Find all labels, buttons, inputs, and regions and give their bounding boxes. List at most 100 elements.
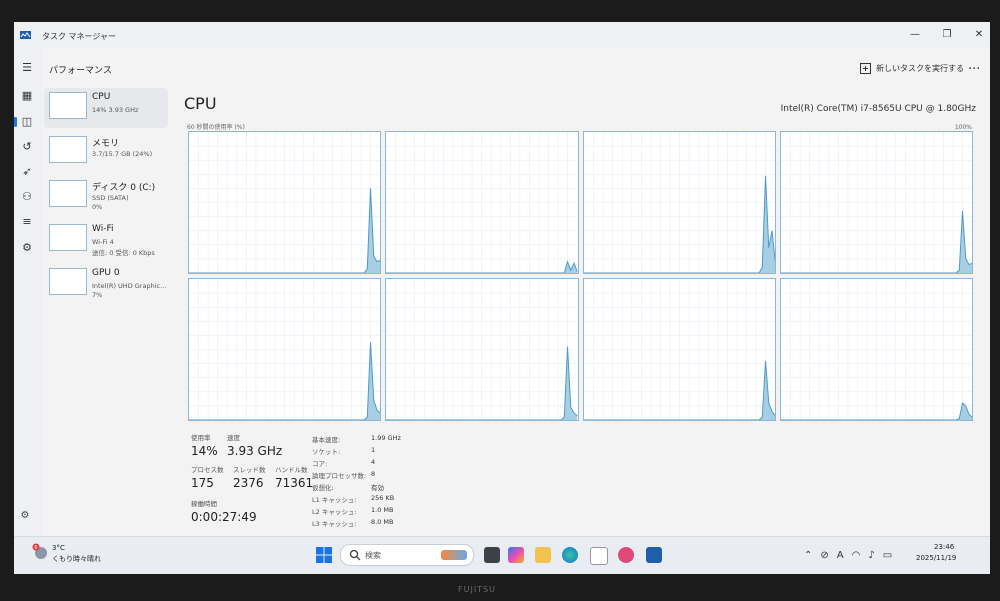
search-icon	[349, 549, 361, 561]
battery-icon[interactable]: ▭	[883, 550, 892, 561]
wifi-icon[interactable]: ◠	[852, 550, 861, 561]
close-button[interactable]: ✕	[964, 26, 990, 44]
processes-label: プロセス数	[191, 466, 224, 474]
calendar-icon[interactable]	[590, 547, 608, 565]
resource-thumbnail	[49, 180, 87, 207]
detail-value: 256 KB	[371, 494, 395, 502]
core-usage-svg	[386, 132, 578, 273]
ime-indicator[interactable]: A	[837, 550, 844, 561]
maximize-button[interactable]: ❐	[932, 26, 962, 44]
resource-name: GPU 0	[92, 268, 120, 278]
resource-detail: 3.7/15.7 GB (24%)	[92, 150, 153, 158]
uptime-label: 稼働時間	[191, 500, 217, 508]
device-brand-logo: FUJITSU	[458, 585, 496, 594]
system-tray: ⌃ ⊘ A ◠ ♪ ▭	[804, 547, 892, 563]
detail-key: L1 キャッシュ:	[312, 496, 357, 504]
notification-muted-icon[interactable]: ⊘	[820, 550, 828, 561]
detail-key: コア:	[312, 460, 328, 468]
resource-memory[interactable]: メモリ 3.7/15.7 GB (24%)	[44, 132, 168, 172]
chart-max-label: 100%	[954, 124, 972, 131]
file-explorer-icon[interactable]	[535, 547, 551, 563]
resource-detail-2: 7%	[92, 291, 103, 299]
resource-detail: SSD (SATA)	[92, 194, 129, 202]
core-graph	[582, 278, 776, 421]
speed-value: 3.93 GHz	[227, 444, 283, 458]
detail-value: 8.0 MB	[371, 518, 394, 526]
logical-processor-graphs	[188, 131, 973, 421]
detail-value: 1.0 MB	[371, 506, 394, 514]
media-player-icon[interactable]	[618, 547, 634, 563]
resource-name: ディスク 0 (C:)	[92, 183, 156, 193]
resource-gpu[interactable]: GPU 0 Intel(R) UHD Graphic... 7%	[44, 264, 168, 304]
page-header: パフォーマンス 新しいタスクを実行する ...	[42, 48, 990, 86]
resource-detail: Intel(R) UHD Graphic...	[92, 282, 167, 290]
cpu-title: CPU	[184, 94, 217, 113]
services-icon[interactable]: ⚙	[19, 240, 35, 256]
details-icon[interactable]: ≡	[19, 214, 35, 230]
tray-chevron-up-icon[interactable]: ⌃	[804, 550, 812, 561]
settings-gear-icon[interactable]: ⚙	[17, 510, 33, 526]
threads-value: 2376	[233, 476, 264, 490]
detail-value: 1	[371, 446, 376, 454]
detail-value: 4	[371, 458, 376, 466]
resource-detail-2: 0%	[92, 203, 103, 211]
cpu-model: Intel(R) Core(TM) i7-8565U CPU @ 1.80GHz	[780, 104, 976, 114]
detail-value: 有効	[371, 484, 384, 492]
title-bar[interactable]: タスク マネージャー — ❐ ✕	[14, 22, 990, 48]
utilization-value: 14%	[191, 444, 218, 458]
weather-badge: 6	[34, 545, 37, 551]
core-graph	[188, 278, 382, 421]
copilot-icon[interactable]	[508, 547, 524, 563]
resource-cpu[interactable]: CPU 14% 3.93 GHz	[44, 88, 168, 128]
users-icon[interactable]: ⚇	[19, 189, 35, 205]
detail-key: 論理プロセッサ数:	[312, 472, 367, 480]
detail-key: ソケット:	[312, 448, 341, 456]
edge-icon[interactable]	[562, 547, 578, 563]
app-history-icon[interactable]: ↺	[19, 139, 35, 155]
resource-detail-2: 送信: 0 受信: 0 Kbps	[92, 249, 155, 257]
task-manager-taskbar-icon[interactable]	[646, 547, 662, 563]
hamburger-menu-icon[interactable]: ☰	[19, 60, 35, 76]
run-new-task-label: 新しいタスクを実行する	[876, 63, 964, 73]
core-graph	[385, 131, 579, 274]
taskbar-search[interactable]: 検索	[340, 544, 474, 566]
resource-detail: Wi-Fi 4	[92, 238, 114, 246]
detail-key: L2 キャッシュ:	[312, 508, 357, 516]
core-graph	[385, 278, 579, 421]
detail-value: 1.99 GHz	[371, 434, 401, 442]
resource-thumbnail	[49, 224, 87, 251]
nav-rail: ☰ ▦ ◫ ↺ ➶ ⚇ ≡ ⚙	[14, 48, 42, 574]
cpu-panel: CPU Intel(R) Core(TM) i7-8565U CPU @ 1.8…	[184, 90, 984, 570]
weather-icon[interactable]: 6	[32, 543, 50, 561]
resource-detail: 14% 3.93 GHz	[92, 106, 139, 114]
core-usage-svg	[780, 132, 972, 273]
window-title: タスク マネージャー	[42, 32, 116, 41]
volume-icon[interactable]: ♪	[868, 550, 874, 561]
minimize-button[interactable]: —	[900, 26, 930, 44]
startup-apps-icon[interactable]: ➶	[19, 164, 35, 180]
clock-time[interactable]: 23:46	[934, 543, 954, 551]
windows-start-icon[interactable]	[316, 547, 332, 563]
clock-date[interactable]: 2025/11/19	[916, 554, 956, 562]
more-options-button[interactable]: ...	[968, 58, 980, 73]
resource-wifi[interactable]: Wi-Fi Wi-Fi 4 送信: 0 受信: 0 Kbps	[44, 220, 168, 260]
run-new-task-button[interactable]: 新しいタスクを実行する	[860, 60, 964, 76]
resource-thumbnail	[49, 268, 87, 295]
task-manager-app-icon	[20, 31, 31, 39]
core-usage-svg	[386, 279, 578, 420]
threads-label: スレッド数	[233, 466, 266, 474]
handles-label: ハンドル数	[275, 466, 308, 474]
performance-icon[interactable]: ◫	[14, 114, 35, 130]
task-view-icon[interactable]	[484, 547, 500, 563]
taskbar: 6 3°C くもり時々晴れ 検索 ⌃ ⊘ A ◠ ♪ ▭ 23:46 2025/…	[14, 536, 990, 574]
speed-label: 速度	[227, 434, 240, 442]
detail-key: 基本速度:	[312, 436, 341, 444]
weather-description: くもり時々晴れ	[52, 555, 101, 563]
resource-disk[interactable]: ディスク 0 (C:) SSD (SATA) 0%	[44, 176, 168, 216]
search-placeholder: 検索	[365, 551, 381, 560]
utilization-label: 使用率	[191, 434, 211, 442]
processes-icon[interactable]: ▦	[19, 88, 35, 104]
core-usage-svg	[189, 279, 381, 420]
resource-name: Wi-Fi	[92, 224, 114, 234]
detail-key: L3 キャッシュ:	[312, 520, 357, 528]
